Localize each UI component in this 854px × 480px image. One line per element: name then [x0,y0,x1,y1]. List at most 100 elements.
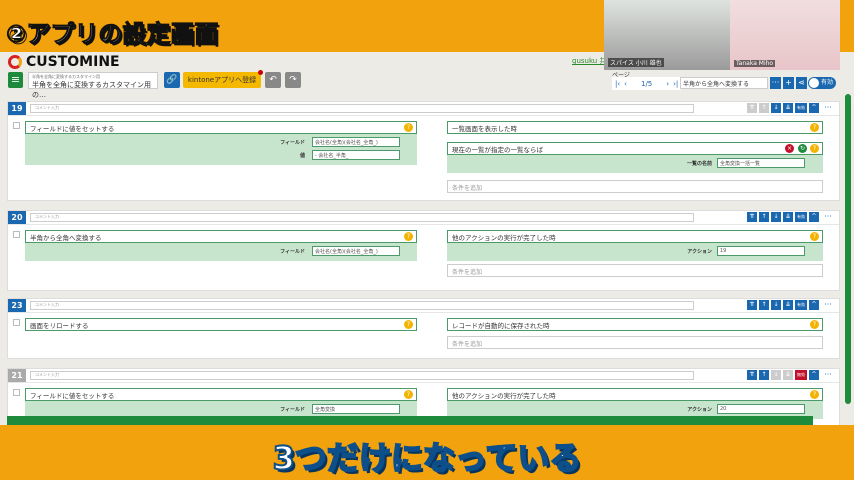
move-bottom-icon[interactable]: ⇊ [783,300,793,310]
help-icon[interactable]: ? [810,390,819,399]
last-page-button[interactable]: ›| [673,80,678,88]
redo-button[interactable]: ↷ [285,72,301,88]
move-top-icon[interactable]: ⇈ [747,370,757,380]
move-down-icon[interactable]: ↓ [771,103,781,113]
more-options-icon[interactable]: ··· [821,300,835,310]
prev-page-button[interactable]: ‹ [624,80,627,88]
move-top-icon[interactable]: ⇈ [747,300,757,310]
help-icon[interactable]: ? [810,144,819,153]
comment-input[interactable]: コメント入力 [30,371,694,380]
menu-button[interactable]: ≡ [8,72,23,88]
register-kintone-button[interactable]: kintoneアプリへ登録 [183,70,263,88]
more-button[interactable]: ··· [770,77,781,89]
param-input[interactable]: 19 [717,246,805,256]
help-icon[interactable]: ? [404,390,413,399]
trigger-card[interactable]: 他のアクションの実行が完了した時? [447,230,823,243]
video-feed-left: スパイス 小川 雄也 [604,0,730,70]
next-page-button[interactable]: › [666,80,669,88]
app-name-field[interactable]: 半角を全角に変換するカスタマイン用 半角を全角に変換するカスタマイン用 の… [28,72,158,99]
param-label: フィールド [280,140,305,146]
enabled-status-button[interactable]: 有効 [795,103,807,113]
condition-card[interactable]: 現在の一覧が指定の一覧ならば × ↻? [447,142,823,155]
rule-tools: ⇈ ↑ ↓ ⇊ 有効 ^ ··· [747,212,835,222]
collapse-icon[interactable]: ^ [809,103,819,113]
app-name-label: 半角を全角に変換するカスタマイン用 [32,74,100,79]
collapse-icon[interactable]: ^ [809,300,819,310]
scrollbar[interactable] [845,94,851,404]
enabled-status-button[interactable]: 無効 [795,370,807,380]
add-rule-button[interactable]: + [783,77,794,89]
help-icon[interactable]: ? [404,123,413,132]
action-title: フィールドに値をセットする [30,392,115,400]
first-page-button[interactable]: |‹ [615,80,620,88]
pagination: |‹ ‹ 1/5 › ›| [612,77,682,90]
move-bottom-icon[interactable]: ⇊ [783,370,793,380]
enabled-status-button[interactable]: 有効 [795,212,807,222]
help-icon[interactable]: ? [404,320,413,329]
gusuku-link[interactable]: gusuku 共 [572,56,606,66]
rule-checkbox[interactable] [13,319,20,326]
rule-checkbox[interactable] [13,389,20,396]
move-up-icon[interactable]: ↑ [759,103,769,113]
param-input[interactable]: - 会社名_半角_ [312,150,400,160]
move-down-icon[interactable]: ↓ [771,212,781,222]
param-input[interactable]: 会社名(全角)(会社名_全角_) [312,246,400,256]
move-up-icon[interactable]: ↑ [759,300,769,310]
enable-toggle[interactable]: 有効 [808,77,836,89]
enabled-status-button[interactable]: 有効 [795,300,807,310]
toggle-icon[interactable]: ↻ [798,144,807,153]
add-condition-button[interactable]: 条件を追加 [447,336,823,349]
more-options-icon[interactable]: ··· [821,370,835,380]
move-top-icon[interactable]: ⇈ [747,103,757,113]
action-card[interactable]: 半角から全角へ変換する? [25,230,417,243]
param-input[interactable]: 全角変換一括一覧 [717,158,805,168]
move-top-icon[interactable]: ⇈ [747,212,757,222]
rule-checkbox[interactable] [13,122,20,129]
comment-input[interactable]: コメント入力 [30,301,694,310]
trigger-card[interactable]: 一覧画面を表示した時? [447,121,823,134]
move-down-icon[interactable]: ↓ [771,300,781,310]
move-bottom-icon[interactable]: ⇊ [783,103,793,113]
condition-params: 一覧の名前 全角変換一括一覧 [447,155,823,173]
add-condition-button[interactable]: 条件を追加 [447,264,823,277]
collapse-icon[interactable]: ^ [809,370,819,380]
rule-checkbox[interactable] [13,231,20,238]
trigger-card[interactable]: レコードが自動的に保存された時? [447,318,823,331]
param-input[interactable]: 20 [717,404,805,414]
comment-input[interactable]: コメント入力 [30,213,694,222]
participant-name: スパイス 小川 雄也 [608,58,664,67]
rule-row: 23 コメント入力 ⇈ ↑ ↓ ⇊ 有効 ^ ··· 画面をリロードする? レコー… [7,298,840,359]
move-bottom-icon[interactable]: ⇊ [783,212,793,222]
add-condition-button[interactable]: 条件を追加 [447,180,823,193]
trigger-card[interactable]: 他のアクションの実行が完了した時? [447,388,823,401]
rule-number: 23 [8,299,26,312]
trigger-title: 他のアクションの実行が完了した時 [452,392,556,400]
share-button[interactable]: ⋖ [796,77,807,89]
link-button[interactable]: 🔗 [164,72,180,88]
move-up-icon[interactable]: ↑ [759,212,769,222]
param-input[interactable]: 会社名(全角)(会社名_全角_) [312,137,400,147]
help-icon[interactable]: ? [810,320,819,329]
comment-input[interactable]: コメント入力 [30,104,694,113]
collapse-icon[interactable]: ^ [809,212,819,222]
search-input[interactable]: 半角から全角へ変換する [680,77,768,89]
rule-header: 19 コメント入力 ⇈ ↑ ↓ ⇊ 有効 ^ ··· [8,102,839,116]
param-label: フィールド [280,407,305,413]
undo-button[interactable]: ↶ [265,72,281,88]
delete-icon[interactable]: × [785,144,794,153]
action-params: フィールド 会社名(全角)(会社名_全角_) 値 - 会社名_半角_ [25,134,417,165]
help-icon[interactable]: ? [404,232,413,241]
action-params: フィールド 会社名(全角)(会社名_全角_) [25,243,417,261]
rule-number: 19 [8,102,26,115]
move-down-icon[interactable]: ↓ [771,370,781,380]
more-options-icon[interactable]: ··· [821,103,835,113]
param-input[interactable]: 全角変換 [312,404,400,414]
more-options-icon[interactable]: ··· [821,212,835,222]
action-card[interactable]: フィールドに値をセットする? [25,388,417,401]
action-card[interactable]: フィールドに値をセットする? [25,121,417,134]
move-up-icon[interactable]: ↑ [759,370,769,380]
action-card[interactable]: 画面をリロードする? [25,318,417,331]
help-icon[interactable]: ? [810,232,819,241]
action-title: 半角から全角へ変換する [30,234,102,242]
help-icon[interactable]: ? [810,123,819,132]
